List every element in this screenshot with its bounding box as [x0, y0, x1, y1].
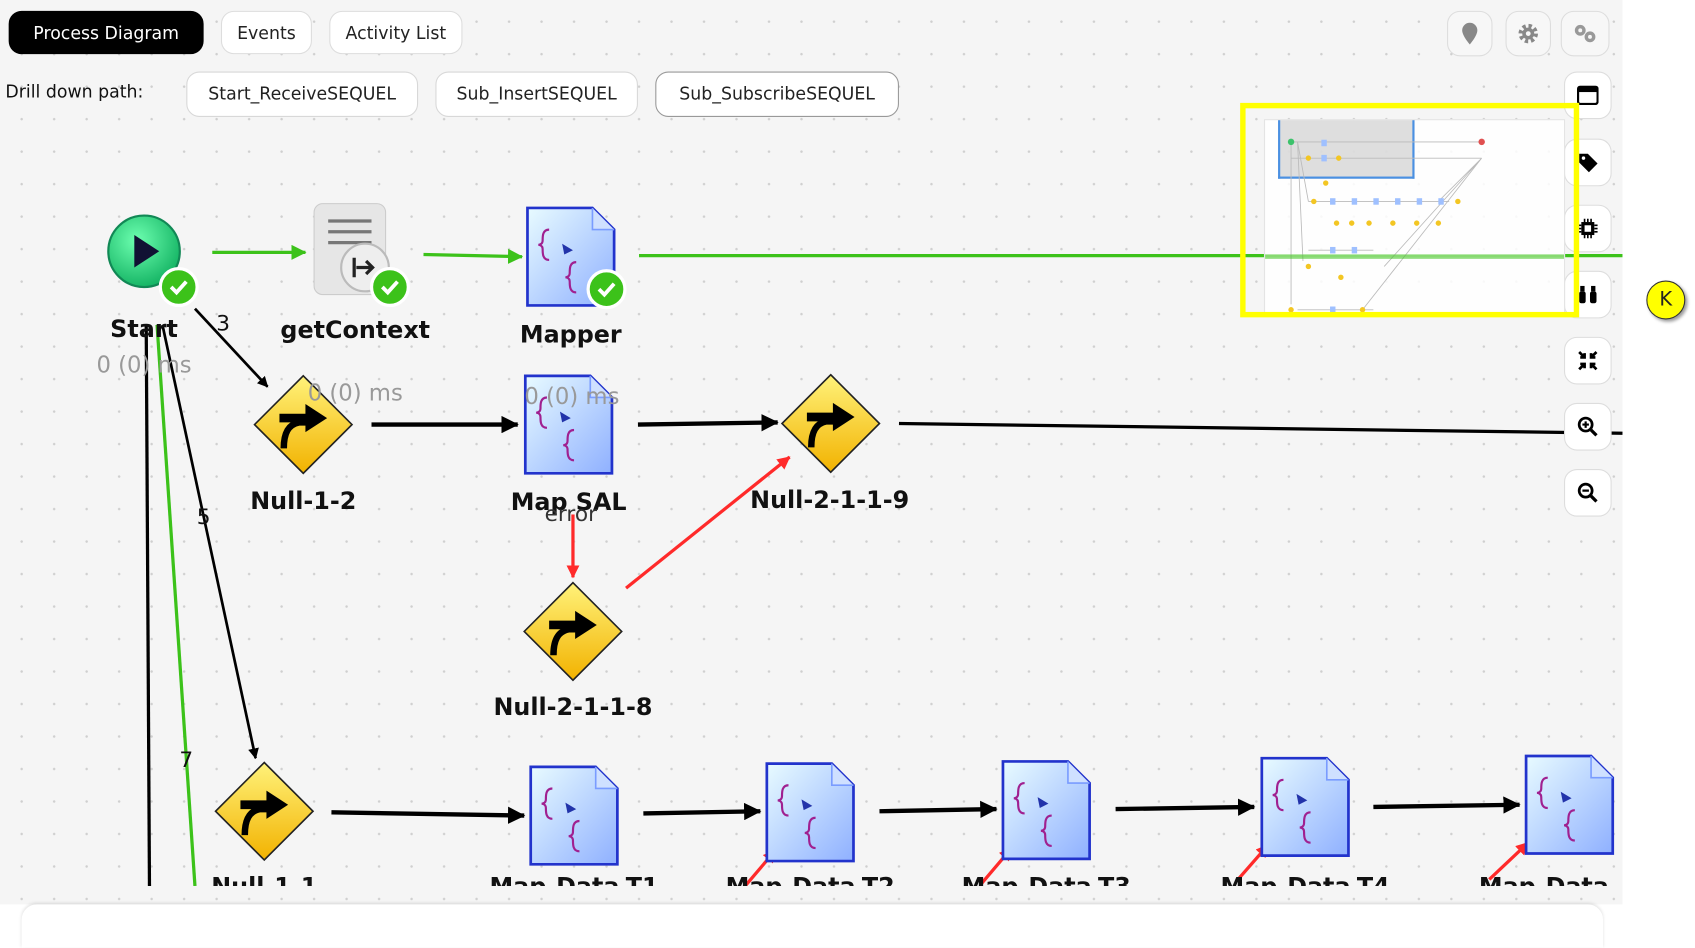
connector-line — [423, 248, 524, 264]
window-icon — [1576, 85, 1599, 106]
connector-line — [625, 455, 791, 590]
node-sublabel: error — [545, 502, 598, 527]
diagram-canvas[interactable]: 3 5 7 0 (0) ms Start getContext Mapper 0 (0) m… — [0, 0, 1623, 905]
node-label: Map-Data-T4 — [1221, 873, 1390, 886]
keyboard-badge: K — [1646, 280, 1686, 320]
connector-line — [898, 421, 1623, 435]
timing-label: 0 (0) ms — [96, 353, 191, 379]
mapper-icon — [1524, 754, 1615, 855]
node-t2[interactable]: Map-Data-T2 — [726, 762, 895, 886]
tab-activity-list[interactable]: Activity List — [329, 10, 463, 55]
node-start[interactable]: 0 (0) ms Start — [96, 214, 199, 379]
mapper-icon — [1001, 760, 1091, 861]
timing-label: 0 (0) ms — [524, 384, 619, 410]
tab-events[interactable]: Events — [220, 10, 312, 55]
node-label: Mapper — [520, 320, 622, 348]
binoculars-icon — [1579, 285, 1597, 304]
node-label: Null-2-1-1-8 — [493, 693, 652, 721]
timing-label: 0 (0) ms — [308, 381, 403, 407]
bottom-panel — [21, 904, 1603, 948]
node-label: Null-2-1-1-9 — [750, 486, 909, 514]
breadcrumb-start-receive[interactable]: Start_ReceiveSEQUEL — [186, 71, 419, 117]
connector-line — [155, 324, 197, 886]
null-activity-icon — [780, 373, 881, 474]
null-activity-icon — [523, 581, 623, 682]
zoom-in-icon — [1577, 416, 1598, 437]
check-circle — [586, 269, 627, 310]
success-check-icon — [158, 266, 199, 308]
node-mapsal[interactable]: 0 (0) msMap SALerror — [511, 374, 627, 527]
gears-icon — [1574, 24, 1595, 43]
node-label: Map-Data- — [1479, 873, 1619, 886]
zoom-out-icon — [1577, 482, 1598, 503]
node-t3[interactable]: Map-Data-T3 — [962, 760, 1131, 886]
tag-icon — [1579, 153, 1598, 173]
collapse-button[interactable] — [1563, 336, 1612, 385]
mapper-icon — [765, 762, 855, 863]
node-t1[interactable]: Map-Data-T1 — [489, 765, 659, 886]
node-t5[interactable]: Map-Data- — [1479, 754, 1619, 886]
pin-button[interactable] — [1447, 10, 1493, 57]
page-fold — [1067, 761, 1090, 784]
null-activity-icon — [214, 761, 315, 862]
minimap-highlight-frame — [1240, 102, 1580, 318]
node-label: Null-1-2 — [250, 487, 356, 515]
node-null-2-1-1-8[interactable]: Null-2-1-1-8 — [493, 581, 652, 721]
connector-line — [637, 413, 779, 432]
node-getContext[interactable]: getContext — [280, 203, 430, 344]
settings-button[interactable] — [1505, 10, 1551, 57]
chip-icon — [1578, 218, 1598, 239]
zoom-out-button[interactable] — [1563, 468, 1612, 517]
breadcrumb-sub-insert[interactable]: Sub_InsertSEQUEL — [435, 71, 638, 117]
node-label: Null-1-1 — [211, 873, 317, 886]
tab-process-diagram[interactable]: Process Diagram — [8, 10, 204, 55]
node-label: Map-Data-T1 — [489, 873, 658, 886]
check-circle — [369, 266, 410, 308]
node-null-1-2[interactable]: 0 (0) ms Null-1-2 — [250, 374, 403, 515]
mapper-icon — [529, 765, 619, 866]
success-check-icon — [369, 266, 410, 308]
node-label: Map-Data-T2 — [726, 873, 895, 886]
connector-line — [193, 307, 269, 388]
connector-line — [643, 802, 762, 821]
page-fold — [1590, 756, 1613, 779]
app: 3 5 7 0 (0) ms Start getContext Mapper 0 (0) m… — [0, 0, 1695, 948]
connector-line — [331, 806, 526, 824]
connector-line — [1115, 798, 1256, 816]
mapper-icon — [1260, 756, 1350, 858]
check-circle — [158, 266, 199, 308]
connector-line — [144, 324, 152, 886]
connector-line — [1373, 796, 1521, 814]
connector-line — [879, 800, 998, 819]
node-label: getContext — [280, 316, 430, 344]
drill-down-label: Drill down path: — [5, 81, 144, 102]
collapse-icon — [1578, 351, 1598, 371]
node-t4[interactable]: Map-Data-T4 — [1221, 756, 1390, 886]
edge-label: 7 — [179, 748, 193, 773]
gear-icon — [1518, 23, 1539, 44]
node-null-2-1-1-9[interactable]: Null-2-1-1-9 — [750, 373, 909, 514]
success-check-icon — [586, 269, 627, 310]
pin-icon — [1462, 22, 1478, 45]
connector-line — [161, 324, 259, 760]
node-mapper[interactable]: Mapper — [520, 206, 627, 348]
zoom-in-button[interactable] — [1563, 402, 1612, 451]
advanced-settings-button[interactable] — [1560, 10, 1610, 57]
edge-label: 3 — [216, 311, 230, 336]
node-label: Map-Data-T3 — [962, 873, 1131, 886]
node-label: Start — [110, 315, 178, 343]
breadcrumb-sub-subscribe[interactable]: Sub_SubscribeSEQUEL — [655, 71, 899, 117]
node-null-1-1[interactable]: Null-1-1 — [211, 761, 317, 886]
edge-label: 5 — [197, 505, 211, 530]
